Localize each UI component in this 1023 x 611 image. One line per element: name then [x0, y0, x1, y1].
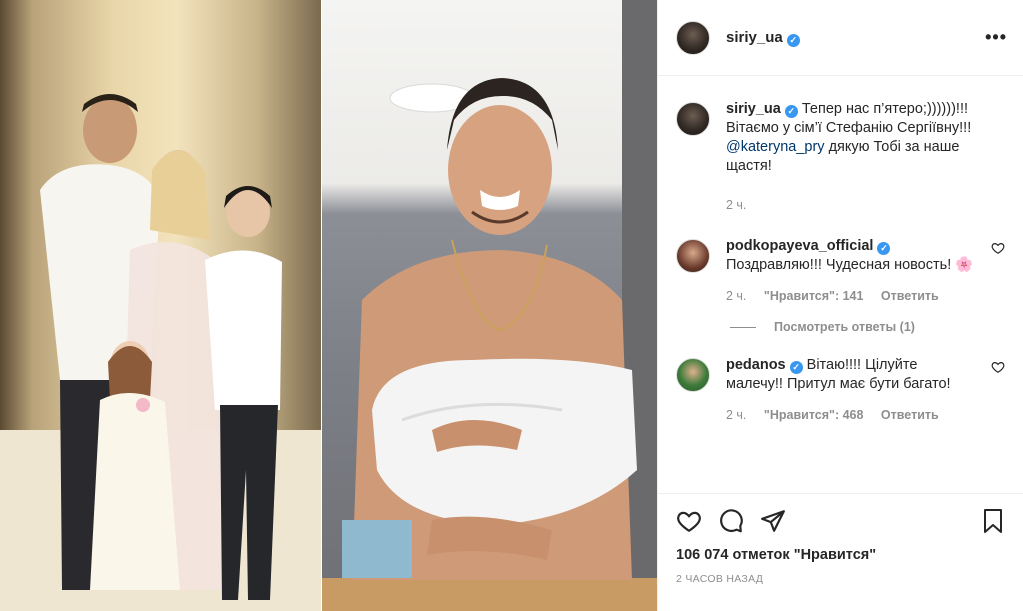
- post-header: siriy_ua ✓ •••: [658, 0, 1023, 76]
- author-username[interactable]: siriy_ua ✓: [726, 29, 800, 47]
- post-actions: 106 074 отметок "Нравится" 2 часов назад: [658, 493, 1023, 585]
- heart-outline-icon[interactable]: [991, 360, 1005, 374]
- verified-badge-icon: ✓: [877, 242, 891, 255]
- comment-bubble-icon[interactable]: [718, 508, 744, 534]
- verified-badge-icon: ✓: [789, 361, 803, 374]
- comment-time: 2 ч.: [726, 408, 747, 422]
- comment-likes[interactable]: "Нравится": 468: [764, 408, 864, 422]
- father-with-baby-photo: [322, 0, 657, 611]
- comments-list[interactable]: siriy_ua ✓ Тепер нас п’ятеро;))))))!!! Ві…: [658, 77, 1023, 492]
- caption-avatar[interactable]: [676, 102, 710, 136]
- posted-time: 2 часов назад: [676, 573, 764, 585]
- caption-mention[interactable]: @kateryna_pry: [726, 139, 825, 155]
- replies-divider: [730, 326, 756, 328]
- author-avatar[interactable]: [676, 20, 710, 55]
- likes-count[interactable]: 106 074 отметок "Нравится": [676, 547, 1005, 563]
- caption-time: 2 ч.: [726, 198, 747, 212]
- comment-likes[interactable]: "Нравится": 141: [764, 289, 864, 303]
- verified-badge-icon: ✓: [786, 33, 800, 47]
- view-replies-button[interactable]: Посмотреть ответы (1): [730, 320, 1023, 334]
- ellipsis-icon[interactable]: •••: [985, 27, 1007, 48]
- post-media[interactable]: [0, 0, 657, 611]
- commenter-avatar[interactable]: [676, 358, 710, 392]
- share-paper-plane-icon[interactable]: [760, 508, 786, 534]
- commenter-avatar[interactable]: [676, 239, 710, 273]
- reply-button[interactable]: Ответить: [881, 408, 939, 422]
- caption-username[interactable]: siriy_ua: [726, 101, 781, 117]
- bookmark-save-icon[interactable]: [981, 508, 1005, 534]
- post-caption: siriy_ua ✓ Тепер нас п’ятеро;))))))!!! Ві…: [658, 100, 1023, 215]
- view-replies-label: Посмотреть ответы (1): [774, 320, 915, 334]
- commenter-username[interactable]: pedanos: [726, 357, 786, 373]
- post-sidebar: siriy_ua ✓ ••• siriy_ua ✓ Тепер нас п’ятер…: [657, 0, 1023, 611]
- heart-outline-icon[interactable]: [991, 241, 1005, 255]
- comment-text: Поздравляю!!! Чудесная новость! 🌸: [726, 257, 974, 273]
- like-heart-icon[interactable]: [676, 508, 702, 534]
- verified-badge-icon: ✓: [784, 105, 798, 118]
- family-photo: [0, 0, 321, 611]
- reply-button[interactable]: Ответить: [881, 289, 939, 303]
- comment-item: pedanos ✓ Вітаю!!!! Цілуйте малечу!! Прит…: [658, 356, 1023, 425]
- commenter-username[interactable]: podkopayeva_official: [726, 238, 873, 254]
- comment-item: podkopayeva_official ✓ Поздравляю!!! Чуде…: [658, 237, 1023, 306]
- comment-time: 2 ч.: [726, 289, 747, 303]
